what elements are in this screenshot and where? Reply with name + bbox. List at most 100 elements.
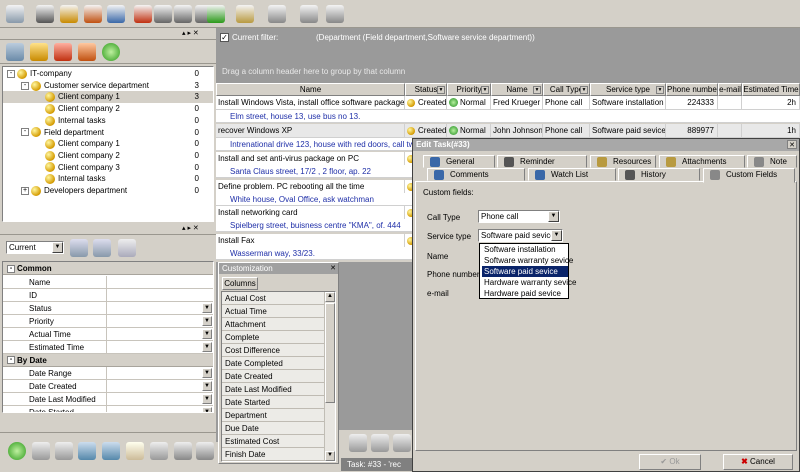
layout-icon[interactable]	[236, 5, 254, 23]
column-header[interactable]: Priority	[447, 83, 491, 96]
tab-watch-list[interactable]: Watch List	[528, 168, 616, 181]
property-row[interactable]: Priority ▼	[3, 314, 213, 328]
customization-scrollbar[interactable]: ▲ ▼	[324, 292, 335, 461]
tree-item[interactable]: - Field department 0	[3, 127, 213, 139]
category-row[interactable]: - Common	[3, 262, 213, 275]
filter-edit-icon[interactable]	[93, 239, 111, 257]
column-item[interactable]: Date Created	[222, 370, 335, 383]
add-resource-icon[interactable]	[30, 43, 48, 61]
filter-checkbox[interactable]: ✓	[220, 33, 229, 42]
column-item[interactable]: Actual Time	[222, 305, 335, 318]
pin-icon[interactable]: ▴ ▸ ✕	[182, 29, 199, 37]
column-header[interactable]: Phone number	[666, 83, 718, 96]
property-value[interactable]: ▼	[106, 301, 213, 314]
close-icon[interactable]: ✕	[787, 140, 797, 149]
column-item[interactable]: Date Completed	[222, 357, 335, 370]
eye-icon[interactable]	[150, 442, 168, 460]
users-icon[interactable]	[102, 442, 120, 460]
column-item[interactable]: Due Date	[222, 422, 335, 435]
property-row[interactable]: Date Last Modified ▼	[3, 393, 213, 407]
property-row[interactable]: Estimated Time ▼	[3, 340, 213, 354]
reminder-icon[interactable]	[107, 5, 125, 23]
column-item[interactable]: Date Started	[222, 396, 335, 409]
dropdown-icon[interactable]: ▼	[202, 381, 212, 392]
columns-icon[interactable]	[268, 5, 286, 23]
column-item[interactable]: Date Last Modified	[222, 383, 335, 396]
tab-resources[interactable]: Resources	[590, 155, 656, 168]
filter-icon[interactable]	[70, 239, 88, 257]
property-row[interactable]: Status ▼	[3, 301, 213, 315]
print-icon[interactable]	[300, 5, 318, 23]
scroll-thumb[interactable]	[325, 303, 335, 403]
property-row[interactable]: Date Started ▼	[3, 406, 213, 412]
property-value[interactable]: ▼	[106, 367, 213, 380]
refresh-icon[interactable]	[8, 442, 26, 460]
property-row[interactable]: Actual Time ▼	[3, 327, 213, 341]
tree-item[interactable]: Internal tasks 0	[3, 173, 213, 185]
tree-item[interactable]: - IT-company 0	[3, 68, 213, 80]
dropdown-option[interactable]: Software warranty sevice	[482, 255, 573, 266]
column-header[interactable]: Call Type	[543, 83, 590, 96]
move-down-icon[interactable]	[134, 5, 152, 23]
filter-combo[interactable]: Current ▼	[6, 241, 64, 254]
edit-resource-icon[interactable]	[78, 43, 96, 61]
expand-icon[interactable]: +	[21, 186, 29, 195]
tree-item[interactable]: Client company 3 0	[3, 162, 213, 174]
export-icon[interactable]	[196, 442, 214, 460]
funnel-icon[interactable]	[6, 43, 24, 61]
column-item[interactable]: Attachment	[222, 318, 335, 331]
column-item[interactable]: Department	[222, 409, 335, 422]
column-header[interactable]: Name	[491, 83, 543, 96]
tab-history[interactable]: History	[618, 168, 700, 181]
tree-item[interactable]: Client company 2 0	[3, 150, 213, 162]
dropdown-icon[interactable]: ▼	[202, 341, 212, 352]
expand-icon[interactable]: -	[21, 81, 29, 90]
filter-icon[interactable]	[36, 5, 54, 23]
move-down2-icon[interactable]	[174, 5, 192, 23]
delete-resource-icon[interactable]	[54, 43, 72, 61]
property-value[interactable]: ▼	[106, 406, 213, 412]
tree-item[interactable]: + Developers department 0	[3, 185, 213, 197]
service-type-select[interactable]: Software paid sevice ▼	[478, 229, 563, 242]
tree-item[interactable]: Client company 1 0	[3, 138, 213, 150]
column-item[interactable]: Complete	[222, 331, 335, 344]
property-value[interactable]: ▼	[106, 393, 213, 406]
view-icon[interactable]	[32, 442, 50, 460]
dropdown-icon[interactable]: ▼	[202, 394, 212, 405]
pin-icon[interactable]: ▴ ▸ ✕	[182, 224, 199, 232]
scroll-up-icon[interactable]: ▲	[325, 292, 335, 302]
tree-item[interactable]: Client company 2 0	[3, 103, 213, 115]
column-item[interactable]: Cost Difference	[222, 344, 335, 357]
category-row[interactable]: - By Date	[3, 353, 213, 367]
property-row[interactable]: Date Range ▼	[3, 367, 213, 381]
tab-reminder[interactable]: Reminder	[497, 155, 587, 168]
dropdown-icon[interactable]: ▼	[202, 302, 212, 313]
table-row[interactable]: Install Windows Vista, install office so…	[216, 96, 800, 110]
export-icon[interactable]	[326, 5, 344, 23]
column-header[interactable]: Name	[216, 83, 405, 96]
tab-attachments[interactable]: Attachments	[659, 155, 745, 168]
move-up-icon[interactable]	[154, 5, 172, 23]
tab-note[interactable]: Note	[747, 155, 797, 168]
cancel-button[interactable]: ✖ Cancel	[723, 454, 793, 470]
call-type-select[interactable]: Phone call ▼	[478, 210, 560, 223]
collapse-icon[interactable]: -	[7, 356, 15, 365]
dropdown-option[interactable]: Software paid sevice	[482, 266, 568, 277]
group-icon[interactable]	[84, 5, 102, 23]
filter-clear-icon[interactable]	[118, 239, 136, 257]
dropdown-option[interactable]: Software installation	[482, 244, 568, 255]
column-header[interactable]: e-mail	[718, 83, 742, 96]
dropdown-icon[interactable]: ▼	[202, 368, 212, 379]
scroll-down-icon[interactable]: ▼	[325, 451, 335, 461]
tab-comments[interactable]: Comments	[427, 168, 525, 181]
doc-icon[interactable]	[393, 434, 411, 452]
property-row[interactable]: Date Created ▼	[3, 380, 213, 394]
close-icon[interactable]: ✕	[330, 263, 336, 274]
tab-custom-fields[interactable]: Custom Fields	[703, 168, 795, 183]
property-row[interactable]: Name	[3, 275, 213, 289]
property-value[interactable]: ▼	[106, 327, 213, 340]
dropdown-option[interactable]: Hardware paid sevice	[482, 288, 568, 299]
copy-icon[interactable]	[371, 434, 389, 452]
print-icon[interactable]	[174, 442, 192, 460]
column-header[interactable]: Service type	[590, 83, 666, 96]
